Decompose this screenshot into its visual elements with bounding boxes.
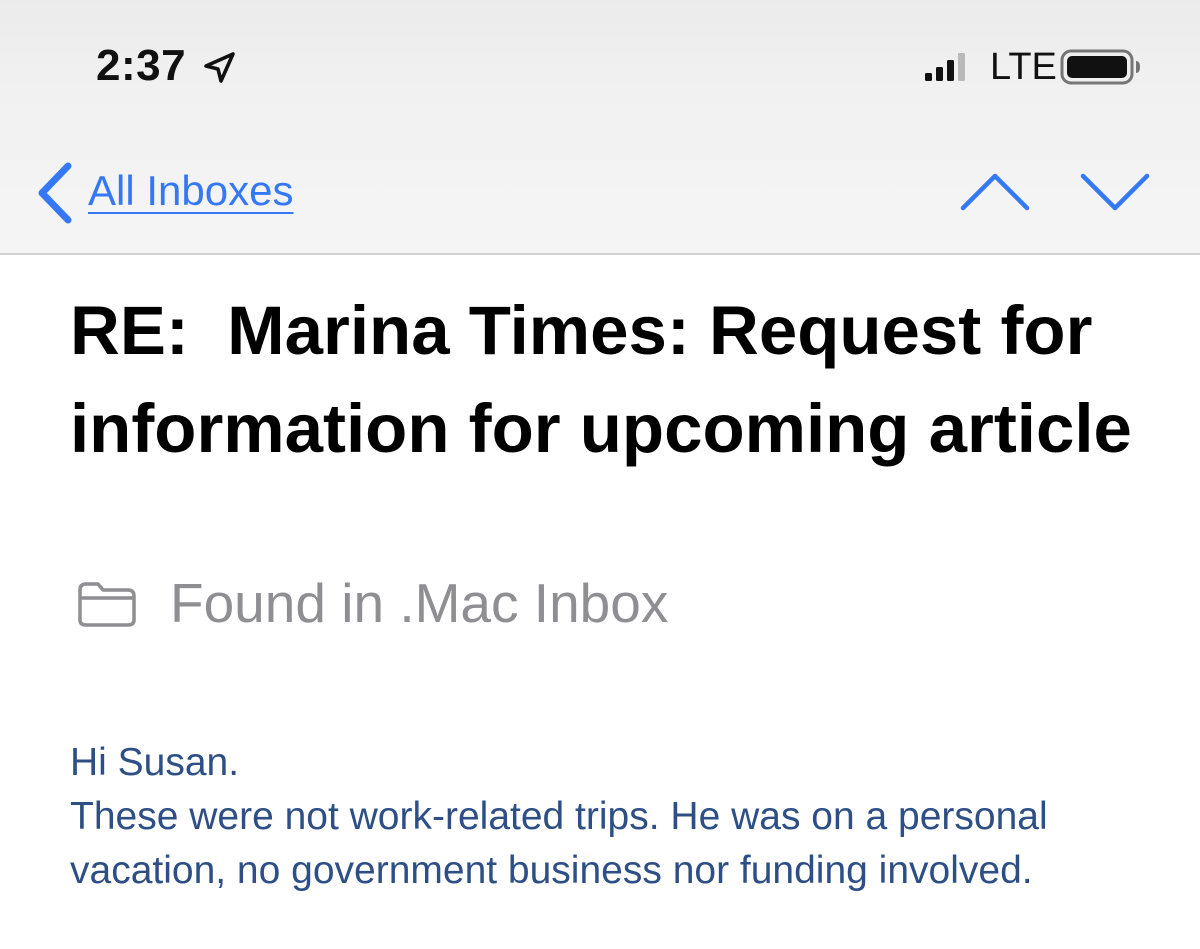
back-button-all-inboxes[interactable]: All Inboxes bbox=[88, 165, 293, 217]
status-time: 2:37 bbox=[96, 41, 187, 90]
top-chrome: 2:37 LTE All Inboxes bbox=[0, 0, 1200, 255]
navigation-bar: All Inboxes bbox=[0, 140, 1200, 250]
message-subject: RE: Marina Times: Request for informatio… bbox=[70, 292, 1132, 467]
chevron-up-icon[interactable] bbox=[955, 162, 1035, 222]
network-type-label: LTE bbox=[990, 46, 1057, 88]
status-bar: 2:37 LTE bbox=[0, 0, 1200, 130]
location-arrow-icon bbox=[204, 52, 235, 83]
chevron-left-icon[interactable] bbox=[30, 158, 80, 228]
mailbox-label: Found in .Mac Inbox bbox=[170, 572, 669, 634]
chevron-down-icon[interactable] bbox=[1075, 162, 1155, 222]
cellular-signal-icon bbox=[925, 53, 965, 81]
battery-icon bbox=[1060, 49, 1140, 85]
body-greeting: Hi Susan. bbox=[70, 741, 240, 784]
message-body: Hi Susan. These were not work-related tr… bbox=[70, 736, 1170, 898]
body-paragraph: These were not work-related trips. He wa… bbox=[70, 795, 1048, 892]
folder-icon bbox=[78, 582, 136, 627]
mailbox-location[interactable]: Found in .Mac Inbox bbox=[76, 566, 976, 640]
